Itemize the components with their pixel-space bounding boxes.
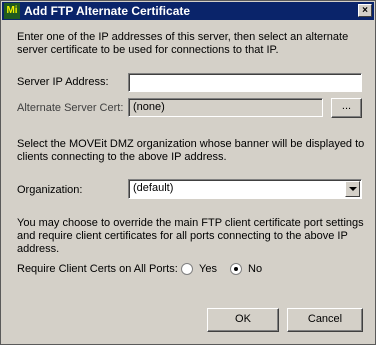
moveit-app-icon: Mi bbox=[4, 3, 20, 19]
organization-select[interactable]: (default) bbox=[128, 179, 362, 199]
alt-cert-label: Alternate Server Cert: bbox=[17, 102, 124, 114]
intro-text-line2: server certificate to be used for connec… bbox=[17, 44, 279, 56]
intro-text-line1: Enter one of the IP addresses of this se… bbox=[17, 31, 349, 43]
require-certs-yes-label[interactable]: Yes bbox=[199, 263, 217, 275]
organization-value: (default) bbox=[133, 182, 174, 194]
require-certs-no-label[interactable]: No bbox=[248, 263, 262, 275]
override-intro-line3: address. bbox=[17, 243, 60, 255]
alt-cert-value: (none) bbox=[133, 101, 165, 113]
title-bar[interactable]: Mi Add FTP Alternate Certificate × bbox=[2, 2, 374, 20]
require-certs-yes-radio[interactable] bbox=[181, 263, 193, 275]
org-intro-line2: clients connecting to the above IP addre… bbox=[17, 151, 227, 163]
organization-label: Organization: bbox=[17, 184, 83, 196]
override-intro-line2: and require client certificates for all … bbox=[17, 230, 348, 242]
dialog-title: Add FTP Alternate Certificate bbox=[24, 4, 191, 18]
ok-button[interactable]: OK bbox=[207, 308, 279, 332]
chevron-down-icon[interactable] bbox=[345, 181, 360, 197]
dialog-window: Mi Add FTP Alternate Certificate × Enter… bbox=[0, 0, 376, 345]
require-certs-label: Require Client Certs on All Ports: bbox=[17, 263, 178, 275]
server-ip-label: Server IP Address: bbox=[17, 76, 109, 88]
server-ip-input[interactable] bbox=[128, 73, 362, 92]
browse-cert-button[interactable]: ... bbox=[331, 98, 362, 118]
cancel-button[interactable]: Cancel bbox=[287, 308, 363, 332]
require-certs-no-radio[interactable] bbox=[230, 263, 242, 275]
close-button[interactable]: × bbox=[358, 4, 372, 17]
alt-cert-field: (none) bbox=[128, 98, 323, 117]
org-intro-line1: Select the MOVEit DMZ organization whose… bbox=[17, 138, 365, 150]
override-intro-line1: You may choose to override the main FTP … bbox=[17, 217, 364, 229]
